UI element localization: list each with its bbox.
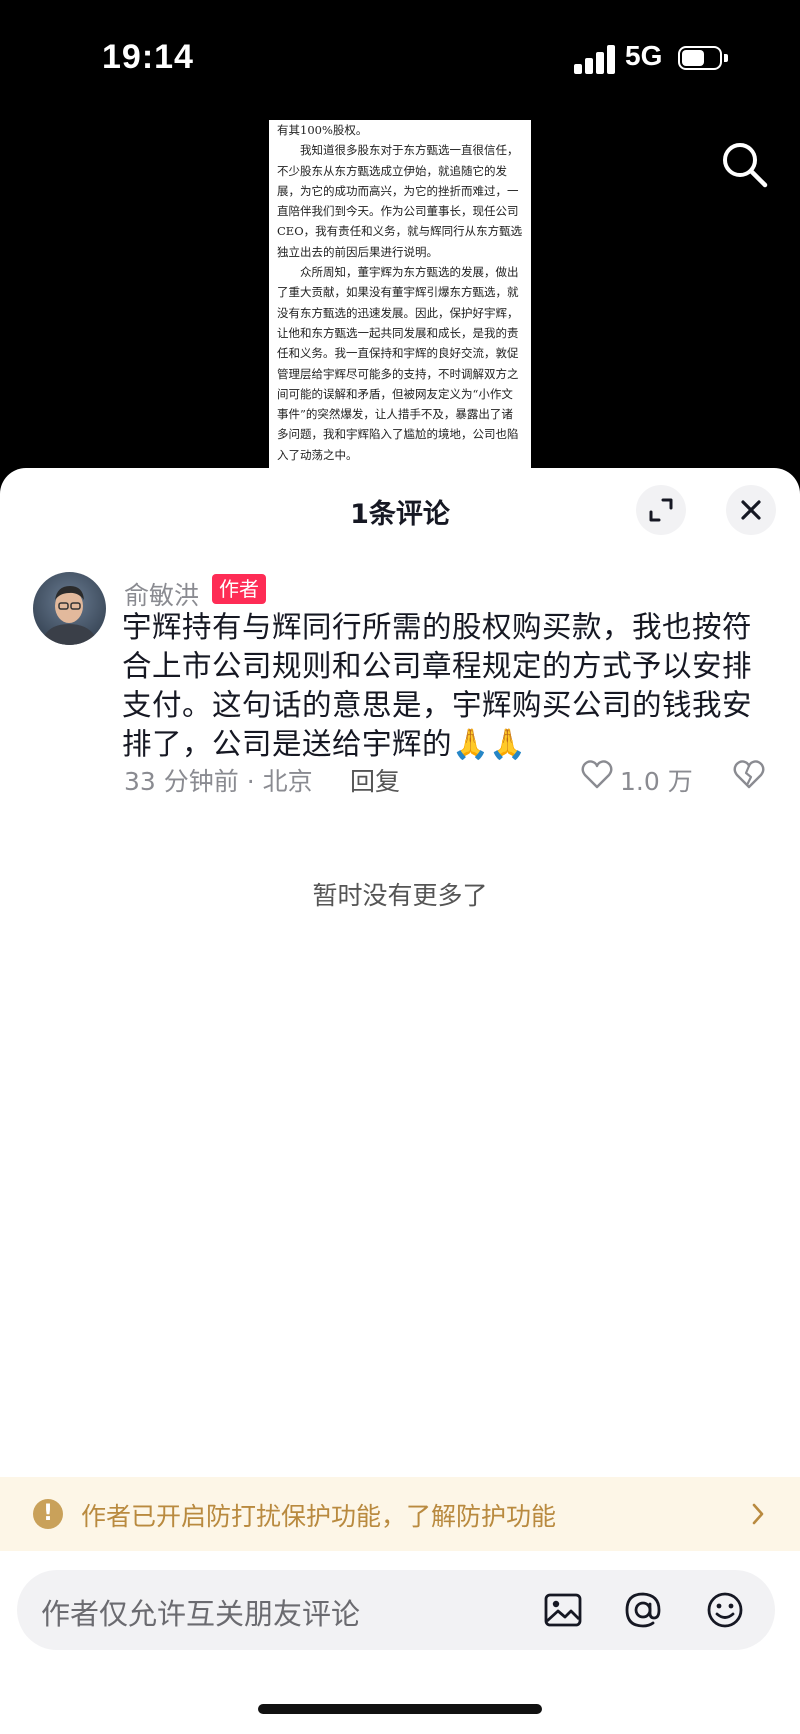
expand-icon bbox=[649, 498, 673, 522]
like-button[interactable] bbox=[580, 758, 614, 798]
comment-meta: 33 分钟前 · 北京 bbox=[124, 767, 313, 796]
image-button[interactable] bbox=[541, 1588, 585, 1632]
notice-text: 作者已开启防打扰保护功能，了解防护功能 bbox=[81, 1502, 557, 1531]
reply-button[interactable]: 回复 bbox=[350, 762, 400, 798]
mention-button[interactable] bbox=[621, 1588, 665, 1632]
info-icon: ! bbox=[33, 1499, 63, 1529]
image-icon bbox=[544, 1593, 582, 1627]
avatar[interactable] bbox=[33, 572, 106, 645]
comment-author[interactable]: 俞敏洪 bbox=[124, 576, 199, 612]
search-icon bbox=[723, 143, 768, 188]
doc-paragraph: 我知道很多股东对于东方甄选一直很信任，不少股东从东方甄选成立伊始，就追随它的发展… bbox=[277, 143, 523, 259]
chevron-right-icon bbox=[752, 1503, 764, 1525]
network-type: 5G bbox=[625, 40, 663, 71]
battery-icon bbox=[678, 46, 728, 70]
no-more-text: 暂时没有更多了 bbox=[312, 881, 488, 910]
doc-paragraph: 有其100%股权。 bbox=[277, 123, 368, 137]
document-image: 有其100%股权。 我知道很多股东对于东方甄选一直很信任，不少股东从东方甄选成立… bbox=[269, 120, 531, 470]
close-icon bbox=[741, 500, 761, 520]
comment-input-placeholder: 作者仅允许互关朋友评论 bbox=[41, 1597, 361, 1631]
status-time: 19:14 bbox=[102, 38, 194, 76]
expand-button[interactable] bbox=[636, 485, 686, 535]
close-button[interactable] bbox=[726, 485, 776, 535]
comment-text[interactable]: 宇辉持有与辉同行所需的股权购买款，我也按符合上市公司规则和公司章程规定的方式予以… bbox=[122, 608, 762, 764]
comment-sheet: 1条评论 俞敏洪 作者 宇辉持有与辉同行所需的股权购买款，我也按符合上市公司规则… bbox=[0, 468, 800, 1734]
signal-icon bbox=[574, 44, 616, 74]
protection-notice[interactable]: ! 作者已开启防打扰保护功能，了解防护功能 bbox=[0, 1477, 800, 1551]
emoji-icon bbox=[707, 1592, 743, 1628]
broken-heart-icon bbox=[733, 760, 765, 789]
status-bar: 19:14 5G bbox=[0, 0, 800, 120]
like-count: 1.0 万 bbox=[620, 767, 693, 796]
author-badge: 作者 bbox=[212, 574, 266, 604]
search-button[interactable] bbox=[718, 138, 772, 192]
dislike-button[interactable] bbox=[732, 758, 766, 796]
emoji-button[interactable] bbox=[703, 1588, 747, 1632]
comment-input[interactable]: 作者仅允许互关朋友评论 bbox=[17, 1570, 775, 1650]
heart-icon bbox=[581, 760, 613, 789]
doc-paragraph: 众所周知，董宇辉为东方甄选的发展，做出了重大贡献，如果没有董宇辉引爆东方甄选，就… bbox=[277, 265, 519, 462]
home-indicator bbox=[258, 1704, 542, 1714]
at-icon bbox=[625, 1592, 661, 1628]
